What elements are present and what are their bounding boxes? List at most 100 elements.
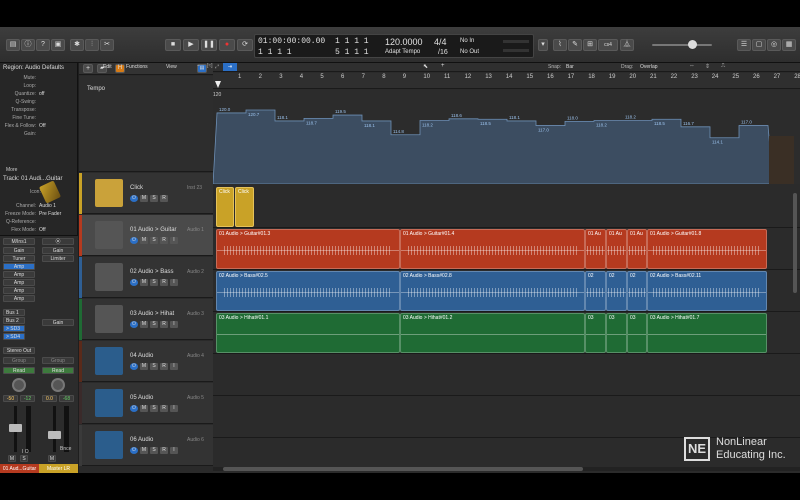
master-mute-button[interactable]: M <box>48 455 56 462</box>
master-volume-knob[interactable] <box>688 40 697 49</box>
catch-icon[interactable]: ⇥ <box>223 63 237 71</box>
send-slot[interactable]: Bus 2 <box>3 317 25 324</box>
power-button[interactable]: ⏻ <box>130 405 138 412</box>
lane-empty[interactable] <box>213 354 800 396</box>
guitar-region[interactable]: 01 Au <box>606 229 627 269</box>
region-header[interactable]: Region: Audio Defaults <box>3 65 64 71</box>
region-param-row[interactable]: Mute: <box>0 75 78 83</box>
editors-icon[interactable]: ✂ <box>100 39 114 51</box>
track-m-button[interactable]: M <box>140 363 148 370</box>
library-icon[interactable]: ▤ <box>6 39 20 51</box>
bass-region[interactable]: 02 <box>606 271 627 311</box>
toolbar-icon[interactable]: ▣ <box>51 39 65 51</box>
track-header[interactable]: 02 Audio > Bass Audio 2 ⏻ M S R I <box>79 257 213 298</box>
master-group-button[interactable]: Group <box>42 357 74 364</box>
ruler[interactable]: 1 2 3 4 5 6 7 8 9 10 11 12 13 14 15 16 17 18 19 20 21 22 23 24 2… <box>213 73 800 89</box>
lane-empty[interactable] <box>213 396 800 438</box>
track-name[interactable]: 03 Audio > Hihat <box>130 311 174 317</box>
count-in-icon[interactable]: ⊞ <box>583 39 597 51</box>
click-region[interactable]: Click <box>216 187 234 227</box>
loop-browser-icon[interactable]: ◎ <box>767 39 781 51</box>
track-s-button[interactable]: S <box>150 363 158 370</box>
send-slot[interactable]: Bus 1 <box>3 309 25 316</box>
track-r-button[interactable]: R <box>160 237 168 244</box>
track-name[interactable]: 05 Audio <box>130 395 153 401</box>
record-button[interactable]: ● <box>219 39 235 51</box>
track-param-row[interactable]: Freeze Mode: Pre Fader <box>0 211 78 219</box>
hihat-region[interactable]: 03 <box>585 313 606 353</box>
tempo-graph[interactable]: 120.0 120.7 118.1 118.7 119.5 118.1 114.8 118.2… <box>213 90 800 184</box>
functions-menu[interactable]: Functions <box>126 64 148 70</box>
insert-slot[interactable]: Tuner <box>3 255 35 262</box>
track-m-button[interactable]: M <box>140 321 148 328</box>
vertical-scrollbar-thumb[interactable] <box>793 193 797 293</box>
bass-region[interactable]: 02 Audio > Bass#02.11 <box>647 271 767 311</box>
track-r-button[interactable]: R <box>160 363 168 370</box>
bass-region[interactable]: 02 <box>627 271 647 311</box>
track-s-button[interactable]: S <box>150 195 158 202</box>
group-button[interactable]: Group <box>3 357 35 364</box>
channel-name[interactable]: 01 Aud...Guitar <box>0 464 39 473</box>
track-header[interactable]: 06 Audio Audio 6 ⏻ M S R I <box>79 425 213 466</box>
track-header[interactable]: Click Inst 23 ⏻ M S R <box>79 173 213 214</box>
pause-button[interactable]: ❚❚ <box>201 39 217 51</box>
insert-slot[interactable]: Gain <box>42 319 74 326</box>
region-param-row[interactable]: Gain: <box>0 131 78 139</box>
bass-region[interactable]: 02 Audio > Bass#02.5 <box>216 271 400 311</box>
snap-dropdown[interactable]: Bar <box>566 63 606 71</box>
track-name[interactable]: 04 Audio <box>130 353 153 359</box>
track-header[interactable]: 05 Audio Audio 5 ⏻ M S R I <box>79 383 213 424</box>
hihat-icon[interactable] <box>95 305 123 333</box>
drag-dropdown[interactable]: Overlap <box>640 63 680 71</box>
waveform-icon[interactable] <box>95 431 123 459</box>
track-name[interactable]: 02 Audio > Bass <box>130 269 174 275</box>
insert-slot[interactable]: Amp <box>3 271 35 278</box>
master-peak-value[interactable]: -68 <box>59 395 74 402</box>
track-name[interactable]: 06 Audio <box>130 437 153 443</box>
hihat-region[interactable]: 03 Audio > Hihat#01.1 <box>216 313 400 353</box>
waveform-icon[interactable] <box>95 389 123 417</box>
track-header-tempo[interactable]: Tempo <box>79 76 213 172</box>
zoom-vertical-icon[interactable]: ⇔ <box>689 63 695 69</box>
play-button[interactable]: ▶ <box>183 39 199 51</box>
track-s-button[interactable]: S <box>150 279 158 286</box>
track-i-button[interactable]: I <box>170 447 178 454</box>
hihat-region[interactable]: 03 <box>627 313 647 353</box>
master-automation-read-button[interactable]: Read <box>42 367 74 374</box>
lcd-menu-icon[interactable]: ▾ <box>538 39 548 51</box>
pointer-tool-icon[interactable]: ⬉ <box>423 63 428 70</box>
param-value[interactable]: Off <box>39 227 46 233</box>
cycle-button[interactable]: ⟳ <box>237 39 253 51</box>
waveform-zoom-icon[interactable]: ⎍ <box>721 63 725 70</box>
param-value[interactable]: Audio 1 <box>39 203 56 209</box>
master-channel-name[interactable]: Master LR <box>39 464 78 473</box>
track-param-row[interactable]: Q-Reference: <box>0 219 78 227</box>
guitar-region[interactable]: 01 Audio > Guitar#01.8 <box>647 229 767 269</box>
solo-button[interactable]: S <box>20 455 28 462</box>
bounce-label[interactable]: Bnce <box>60 446 71 452</box>
insert-slot[interactable]: Amp <box>3 295 35 302</box>
horizontal-scrollbar[interactable] <box>213 467 800 471</box>
edit-menu[interactable]: Edit <box>103 64 112 70</box>
lcd-display[interactable]: 01:00:00:00.00 1 1 1 1 1 1 1 1 5 1 1 1 1… <box>254 34 534 58</box>
track-header[interactable]: 03 Audio > Hihat Audio 3 ⏻ M S R I <box>79 299 213 340</box>
scrollbar-thumb[interactable] <box>223 467 583 471</box>
param-value[interactable]: off <box>39 91 44 97</box>
track-name[interactable]: 01 Audio > Guitar <box>130 227 177 233</box>
track-param-row[interactable]: Channel: Audio 1 <box>0 203 78 211</box>
bass-region[interactable]: 02 Audio > Bass#02.8 <box>400 271 585 311</box>
automation-read-button[interactable]: Read <box>3 367 35 374</box>
insert-slot[interactable]: Gain <box>3 247 35 254</box>
track-m-button[interactable]: M <box>140 405 148 412</box>
region-param-row[interactable]: Fine Tune: <box>0 115 78 123</box>
collapse-icon[interactable]: ⤢ <box>215 64 219 70</box>
list-editors-icon[interactable]: ☰ <box>737 39 751 51</box>
param-value[interactable]: Off <box>39 123 46 129</box>
track-header[interactable]: 01 Audio > Guitar Audio 1 ⏻ M S R I <box>79 215 213 256</box>
master-insert-slot[interactable]: Limiter <box>42 255 74 262</box>
browser-icon[interactable]: ▦ <box>782 39 796 51</box>
region-param-row[interactable]: Transpose: <box>0 107 78 115</box>
metronome-icon[interactable]: ⏅ <box>620 39 634 51</box>
track-r-button[interactable]: R <box>160 447 168 454</box>
track-i-button[interactable]: I <box>170 321 178 328</box>
